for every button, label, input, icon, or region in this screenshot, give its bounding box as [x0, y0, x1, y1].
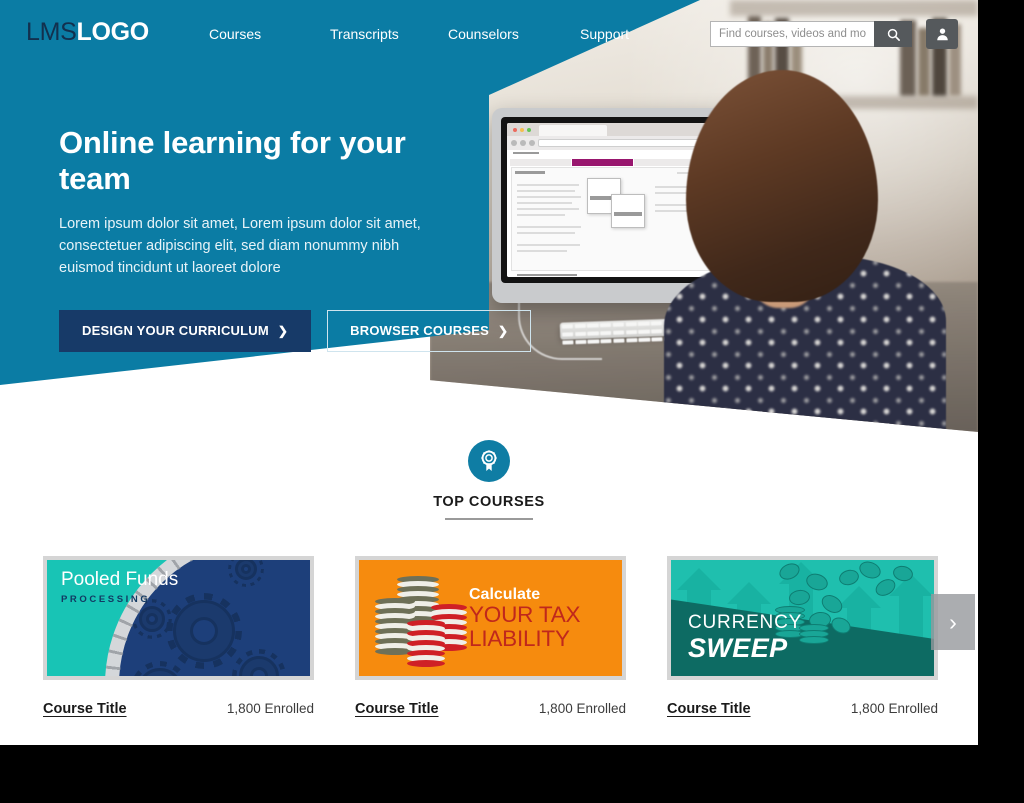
search-input[interactable]	[710, 21, 874, 47]
award-ribbon-glyph	[481, 450, 497, 471]
chevron-right-icon: ❯	[277, 323, 289, 338]
award-ribbon-icon	[468, 440, 510, 482]
thumb-title-line2: YOUR TAX	[469, 602, 581, 627]
course-meta: Course Title 1,800 Enrolled	[355, 701, 626, 717]
secondary-button-label: BROWSER COURSES	[350, 323, 489, 339]
coin	[799, 636, 829, 644]
course-thumbnail-currency-sweep[interactable]: CURRENCY SWEEP	[667, 556, 938, 680]
course-enrolled-count: 1,800 Enrolled	[538, 701, 626, 716]
course-enrolled-count: 1,800 Enrolled	[226, 701, 314, 716]
site-logo[interactable]: LMSLOGO	[26, 20, 149, 45]
browse-courses-button[interactable]: BROWSER COURSES ❯	[327, 309, 532, 352]
nav-link-support[interactable]: Support	[580, 26, 629, 42]
person-photo	[664, 70, 968, 432]
thumb-title-line3: LIABILITY	[469, 626, 570, 652]
thumb-title-line1: Calculate	[469, 586, 541, 603]
logo-text-lms: LMS	[26, 18, 77, 46]
carousel-next-button[interactable]: ›	[931, 594, 975, 650]
thumb-title-line2: PROCESSING	[61, 593, 151, 605]
course-title-link[interactable]: Course Title	[355, 701, 439, 717]
page-root: LMSLOGO Courses Transcripts Counselors S…	[0, 0, 978, 745]
chevron-right-icon: ›	[949, 608, 957, 635]
thumb-title-line1: Pooled Funds	[61, 569, 179, 590]
course-card: Calculate YOUR TAX LIABILITY Course Titl…	[355, 556, 626, 717]
course-card: Pooled Funds PROCESSING Course Title 1,8…	[43, 556, 314, 717]
heading-underline	[445, 518, 533, 520]
hero-button-group: DESIGN YOUR CURRICULUM ❯ BROWSER COURSES…	[59, 309, 532, 352]
hero-title: Online learning for your team	[59, 125, 406, 196]
logo-text-logo: LOGO	[76, 18, 150, 46]
thumb-title-line1: CURRENCY	[688, 611, 803, 633]
course-card-list: Pooled Funds PROCESSING Course Title 1,8…	[0, 556, 978, 717]
top-courses-section: TOP COURSES	[0, 440, 978, 520]
nav-link-counselors[interactable]: Counselors	[448, 26, 519, 42]
chevron-right-icon: ❯	[497, 323, 509, 338]
course-meta: Course Title 1,800 Enrolled	[43, 701, 314, 717]
primary-button-label: DESIGN YOUR CURRICULUM	[82, 323, 269, 339]
design-curriculum-button[interactable]: DESIGN YOUR CURRICULUM ❯	[59, 309, 312, 352]
course-title-link[interactable]: Course Title	[667, 701, 751, 717]
account-button[interactable]	[926, 19, 958, 49]
user-account-icon	[936, 28, 948, 41]
nav-link-transcripts[interactable]: Transcripts	[330, 26, 399, 42]
search-icon	[887, 28, 900, 41]
hero-content: Online learning for your team Lorem ipsu…	[59, 125, 532, 352]
course-card: CURRENCY SWEEP Course Title 1,800 Enroll…	[667, 556, 938, 717]
hero-section: LMSLOGO Courses Transcripts Counselors S…	[0, 0, 978, 432]
course-meta: Course Title 1,800 Enrolled	[667, 701, 938, 717]
thumb-title-line2: SWEEP	[688, 632, 788, 663]
course-enrolled-count: 1,800 Enrolled	[850, 701, 938, 716]
person-hair	[686, 70, 878, 302]
hero-subtitle: Lorem ipsum dolor sit amet, Lorem ipsum …	[59, 216, 421, 276]
course-title-link[interactable]: Course Title	[43, 701, 127, 717]
nav-link-courses[interactable]: Courses	[209, 26, 261, 42]
course-thumbnail-pooled-funds[interactable]: Pooled Funds PROCESSING	[43, 556, 314, 680]
search-button[interactable]	[874, 21, 912, 47]
section-heading: TOP COURSES	[433, 494, 545, 510]
course-thumbnail-tax-liability[interactable]: Calculate YOUR TAX LIABILITY	[355, 556, 626, 680]
search-area	[710, 21, 912, 47]
